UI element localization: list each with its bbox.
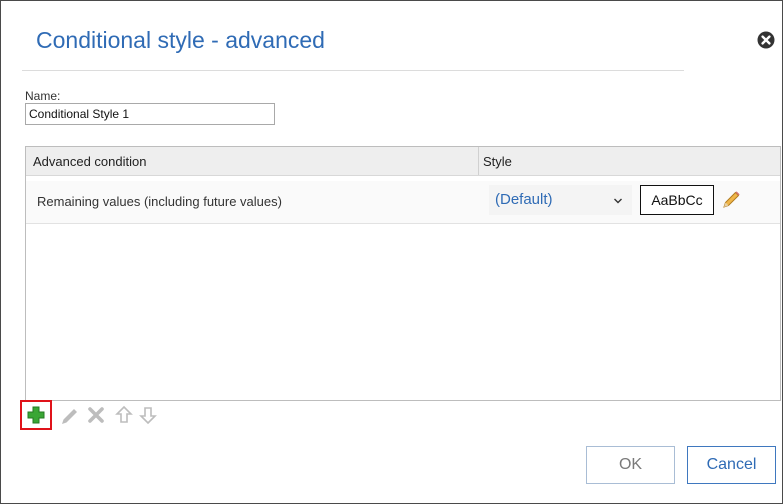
ok-button[interactable]: OK (586, 446, 675, 484)
style-preview: AaBbCc (640, 185, 714, 215)
conditions-grid: Advanced condition Style Remaining value… (25, 146, 781, 401)
plus-icon (27, 406, 45, 424)
grid-header: Advanced condition Style (26, 147, 780, 176)
chevron-down-icon (614, 198, 622, 204)
column-header-advanced-condition: Advanced condition (33, 154, 147, 169)
delete-button[interactable] (84, 400, 114, 430)
name-field[interactable] (25, 103, 275, 125)
column-header-style: Style (483, 154, 512, 169)
move-down-button[interactable] (136, 400, 166, 430)
style-select-value: (Default) (495, 191, 553, 208)
conditional-style-dialog: Conditional style - advanced Name: Advan… (0, 0, 783, 504)
grid-toolbar (20, 400, 180, 430)
close-icon[interactable] (757, 31, 775, 49)
pencil-icon[interactable] (720, 189, 742, 211)
arrow-down-icon (139, 407, 157, 425)
cancel-button[interactable]: Cancel (687, 446, 776, 484)
pencil-icon (62, 409, 77, 424)
name-label: Name: (25, 89, 61, 103)
table-row[interactable]: Remaining values (including future value… (26, 181, 780, 224)
x-icon (88, 407, 104, 423)
arrow-up-icon (115, 405, 133, 423)
add-button[interactable] (20, 400, 52, 430)
column-separator (478, 147, 479, 175)
condition-cell: Remaining values (including future value… (37, 194, 282, 209)
style-select[interactable]: (Default) (489, 185, 632, 215)
dialog-title: Conditional style - advanced (36, 27, 325, 53)
title-divider (22, 70, 684, 71)
